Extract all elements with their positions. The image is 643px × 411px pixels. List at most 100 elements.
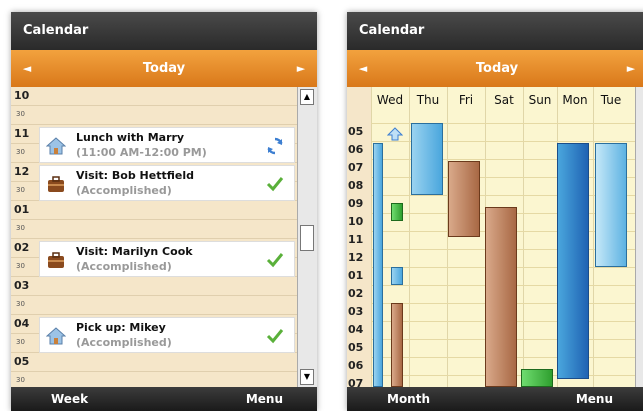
event-title: Visit: Bob Hettfield [76,169,194,182]
hour-label: 11 [348,233,364,246]
half-hour-row: 30 [11,106,297,125]
event-subtitle: (Accomplished) [76,336,172,349]
hour-label: 05 [14,355,30,368]
day-header[interactable]: Tue [593,87,629,113]
briefcase-icon [48,252,64,268]
hour-label: 05 [348,125,364,138]
date-navigation-bar: ◄ Today ► [11,50,317,87]
sync-icon [267,137,283,155]
event-item[interactable]: Visit: Marilyn Cook (Accomplished) [39,241,295,277]
up-arrow-icon[interactable] [387,127,403,141]
column-divider [371,87,372,387]
half-hour-label: 30 [16,376,25,384]
day-header[interactable]: Sat [485,87,523,113]
event-title: Visit: Marilyn Cook [76,245,193,258]
day-header[interactable]: Sun [523,87,557,113]
house-icon [46,327,66,345]
hour-row: 05 [11,353,297,372]
month-softkey[interactable]: Month [387,387,430,411]
agenda-list: 10 30 11 30 12 30 01 30 02 30 03 30 04 3… [11,87,297,391]
hour-row: 01 [11,201,297,220]
event-block[interactable] [411,123,443,195]
half-hour-label: 30 [16,148,25,156]
house-icon [46,137,66,155]
briefcase-icon [48,176,64,192]
column-divider [409,87,410,387]
softkey-bar: Week Menu [11,387,317,411]
day-header[interactable]: Wed [371,87,409,113]
event-block[interactable] [391,267,403,285]
hour-row: 10 [11,87,297,106]
half-hour-label: 30 [16,300,25,308]
column-divider [593,87,594,387]
half-hour-row: 30 [11,220,297,239]
menu-softkey[interactable]: Menu [246,387,283,411]
half-hour-label: 30 [16,338,25,346]
half-hour-label: 30 [16,224,25,232]
event-item[interactable]: Visit: Bob Hettfield (Accomplished) [39,165,295,201]
hour-label: 12 [348,251,364,264]
week-softkey[interactable]: Week [51,387,88,411]
hour-row: 03 [11,277,297,296]
day-header[interactable]: Thu [409,87,447,113]
half-hour-label: 30 [16,110,25,118]
hour-label: 04 [348,323,364,336]
week-grid: Wed Thu Fri Sat Sun Mon Tue 05 06 07 08 … [347,87,643,387]
scroll-down-icon[interactable]: ▼ [300,369,314,385]
day-header[interactable]: Mon [557,87,593,113]
checkmark-icon [266,329,284,344]
event-title: Pick up: Mikey [76,321,166,334]
vertical-scrollbar[interactable]: ▲ ▼ [297,87,317,387]
event-item[interactable]: Pick up: Mikey (Accomplished) [39,317,295,353]
date-navigation-bar: ◄ Today ► [347,50,643,87]
next-day-arrow-icon[interactable]: ► [287,50,315,87]
week-view-screen: Calendar ◄ Today ► Wed Thu Fri Sat Sun M… [347,12,643,411]
softkey-bar: Month Menu [347,387,643,411]
day-view-screen: Calendar ◄ Today ► 10 30 11 30 12 30 01 … [11,12,317,411]
previous-week-arrow-icon[interactable]: ◄ [349,50,377,87]
hour-label: 02 [14,241,30,254]
hour-label: 06 [348,143,364,156]
event-block[interactable] [557,143,589,379]
checkmark-icon [266,177,284,192]
hour-label: 07 [348,161,364,174]
scroll-thumb[interactable] [300,225,314,251]
next-week-arrow-icon[interactable]: ► [617,50,643,87]
menu-softkey[interactable]: Menu [576,387,613,411]
event-item[interactable]: Lunch with Marry (11:00 AM-12:00 PM) [39,127,295,163]
column-divider [523,87,524,387]
today-label[interactable]: Today [387,50,607,87]
event-title: Lunch with Marry [76,131,185,144]
previous-day-arrow-icon[interactable]: ◄ [13,50,41,87]
event-block[interactable] [391,203,403,221]
half-hour-label: 30 [16,262,25,270]
scroll-up-icon[interactable]: ▲ [300,89,314,105]
event-block[interactable] [521,369,553,387]
event-subtitle: (Accomplished) [76,260,172,273]
today-label[interactable]: Today [51,50,277,87]
hour-label: 02 [348,287,364,300]
hour-label: 05 [348,341,364,354]
half-hour-row: 30 [11,296,297,315]
column-divider [447,87,448,387]
day-header[interactable]: Fri [447,87,485,113]
event-block[interactable] [448,161,480,237]
event-block[interactable] [485,207,517,387]
hour-label: 01 [14,203,30,216]
event-subtitle: (Accomplished) [76,184,172,197]
hour-label: 12 [14,165,30,178]
app-title: Calendar [11,12,317,50]
hour-label: 09 [348,197,364,210]
hour-label: 03 [14,279,30,292]
hour-label: 10 [348,215,364,228]
hour-label: 03 [348,305,364,318]
vertical-scrollbar[interactable] [635,87,643,387]
hour-label: 10 [14,89,30,102]
hour-label: 11 [14,127,30,140]
half-hour-label: 30 [16,186,25,194]
event-block[interactable] [373,143,383,387]
event-block[interactable] [595,143,627,267]
app-title: Calendar [347,12,643,50]
event-block[interactable] [391,303,403,387]
event-subtitle: (11:00 AM-12:00 PM) [76,146,207,159]
